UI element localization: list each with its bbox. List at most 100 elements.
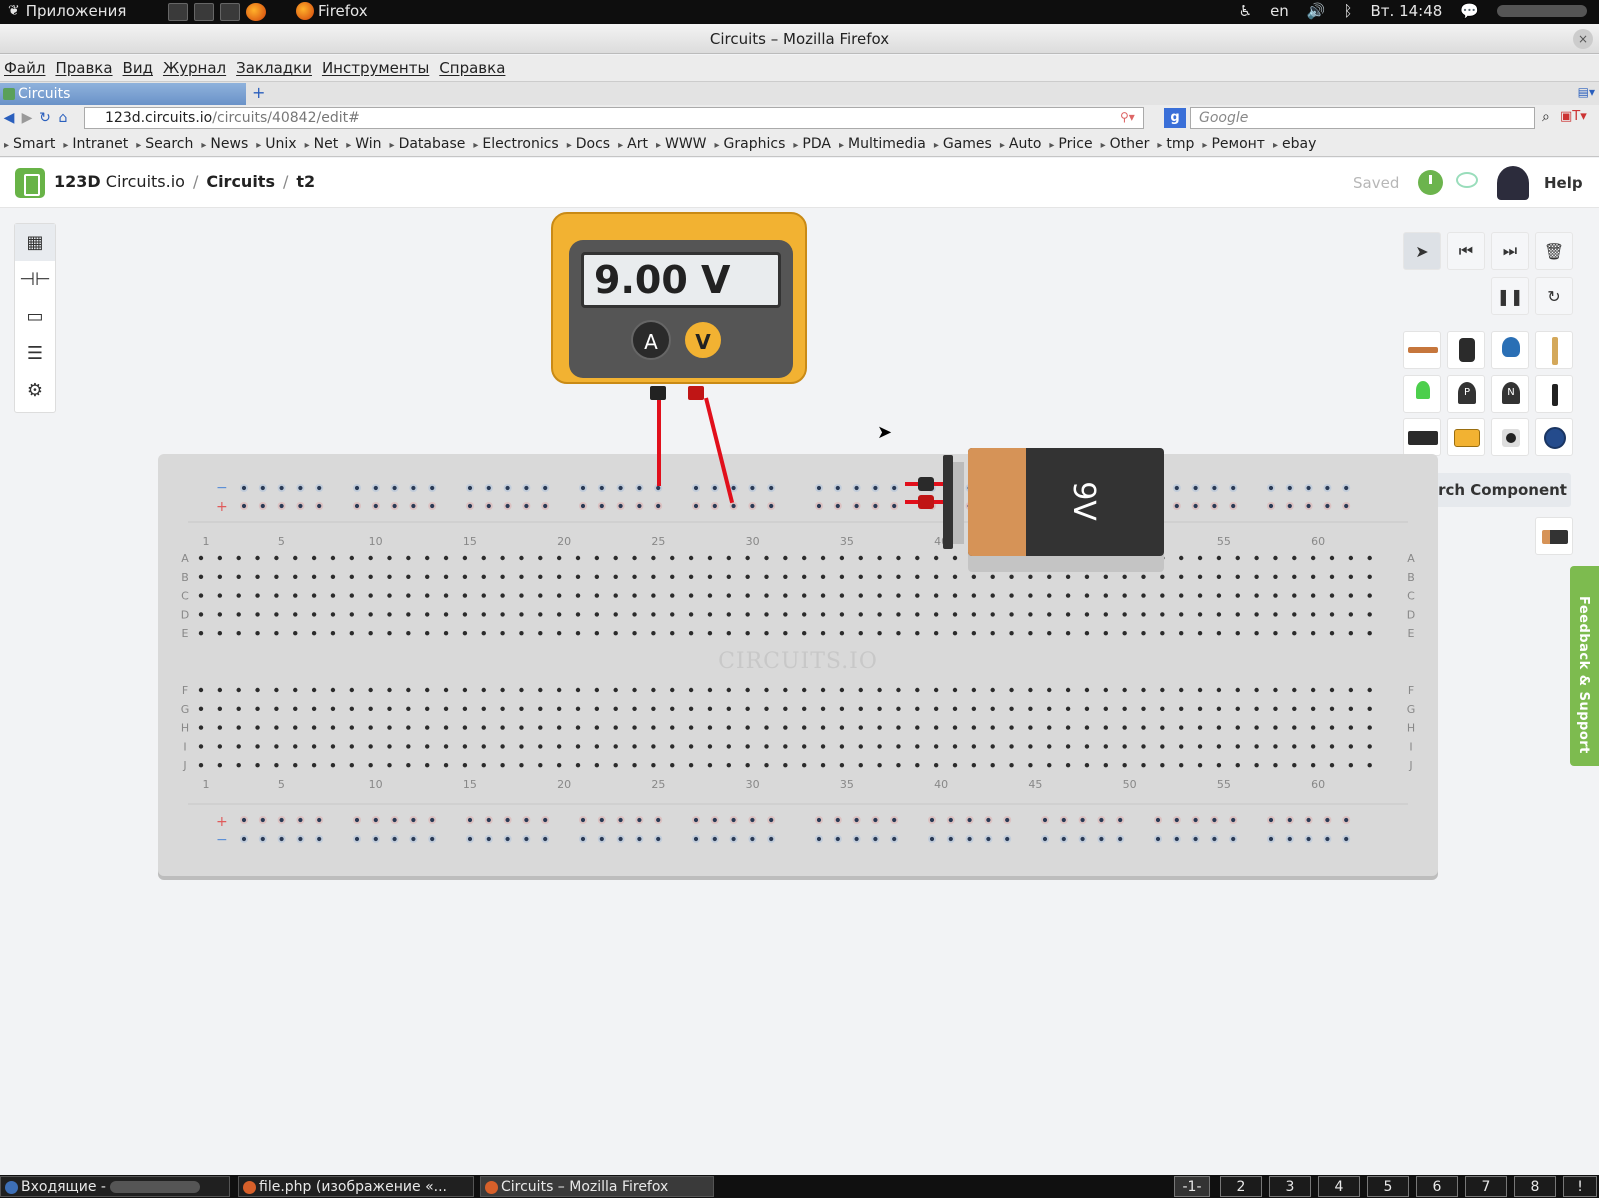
multimeter[interactable]: 9.00 V A V xyxy=(551,212,807,400)
notifications-indicator[interactable]: ! xyxy=(1563,1176,1597,1197)
clock[interactable]: Вт. 14:48 xyxy=(1371,2,1443,20)
bookmark-folder[interactable]: ebay xyxy=(1273,136,1316,152)
bookmark-folder[interactable]: Graphics xyxy=(715,136,786,152)
rss-icon[interactable]: ⚲▾ xyxy=(1120,110,1135,124)
capacitor-component-icon[interactable] xyxy=(1447,331,1485,369)
tab-circuits[interactable]: Circuits xyxy=(0,83,246,105)
bookmark-folder[interactable]: News xyxy=(201,136,248,152)
taskbar-item-image[interactable]: file.php (изображение «... xyxy=(238,1176,474,1197)
multimeter-lead-black[interactable] xyxy=(657,398,661,486)
bookmark-folder[interactable]: Docs xyxy=(567,136,610,152)
wire-component-icon[interactable] xyxy=(1403,331,1441,369)
npn-transistor-icon[interactable]: N xyxy=(1491,375,1529,413)
search-input[interactable]: Google xyxy=(1190,107,1535,129)
schematic-view-button[interactable]: ⊣⊢ xyxy=(15,261,55,298)
url-bar[interactable]: 123d.circuits.io/circuits/40842/edit# xyxy=(84,107,1144,129)
bookmark-folder[interactable]: Search xyxy=(136,136,193,152)
workspace-1[interactable]: -1- xyxy=(1174,1176,1210,1197)
step-forward-button[interactable]: ⏭ xyxy=(1491,232,1529,270)
bookmark-folder[interactable]: tmp xyxy=(1157,136,1194,152)
settings-button[interactable]: ⚙ xyxy=(15,372,55,409)
workspace-2[interactable]: 2 xyxy=(1220,1176,1262,1197)
bookmark-folder[interactable]: PDA xyxy=(793,136,831,152)
potentiometer-component-icon[interactable] xyxy=(1535,418,1573,456)
feedback-support-tab[interactable]: Feedback & Support xyxy=(1570,566,1599,766)
terminal-icon[interactable] xyxy=(194,3,214,21)
comments-icon[interactable] xyxy=(1456,172,1478,188)
battery-component-icon[interactable] xyxy=(1535,517,1573,555)
applications-menu[interactable]: ❦ Приложения xyxy=(8,2,126,20)
addon-icons[interactable]: ▣T▾ xyxy=(1560,109,1587,124)
calculator-icon[interactable] xyxy=(220,3,240,21)
bookmark-folder[interactable]: Unix xyxy=(256,136,296,152)
bookmark-folder[interactable]: Other xyxy=(1101,136,1150,152)
brand-prefix[interactable]: 123D xyxy=(54,172,101,191)
tab-list-icon[interactable]: ▤▾ xyxy=(1578,85,1595,99)
voltmeter-mode-button[interactable]: V xyxy=(683,320,723,360)
file-manager-icon[interactable] xyxy=(168,3,188,21)
bookmark-folder[interactable]: Database xyxy=(390,136,466,152)
menu-tools[interactable]: Инструменты xyxy=(322,59,429,77)
user-name-blurred[interactable] xyxy=(1497,5,1587,17)
bookmark-folder[interactable]: Net xyxy=(305,136,339,152)
workspace-5[interactable]: 5 xyxy=(1367,1176,1409,1197)
forward-arrow-icon[interactable]: ▶ xyxy=(18,110,36,126)
help-link[interactable]: Help xyxy=(1544,174,1583,192)
circuits-logo-icon[interactable] xyxy=(15,168,45,198)
menu-bookmarks[interactable]: Закладки xyxy=(236,59,312,77)
bookmark-folder[interactable]: Games xyxy=(934,136,992,152)
avatar[interactable] xyxy=(1497,166,1529,200)
led-component-icon[interactable] xyxy=(1403,375,1441,413)
menu-help[interactable]: Справка xyxy=(439,59,505,77)
breadboard-view-button[interactable]: ▦ xyxy=(15,224,55,261)
back-arrow-icon[interactable]: ◀ xyxy=(0,110,18,126)
pointer-tool-button[interactable]: ➤ xyxy=(1403,232,1441,270)
new-tab-button[interactable]: + xyxy=(252,83,265,102)
pause-simulation-button[interactable]: ❚❚ xyxy=(1491,277,1529,315)
workspace-8[interactable]: 8 xyxy=(1514,1176,1556,1197)
delete-button[interactable]: 🗑 xyxy=(1535,232,1573,270)
pcb-view-button[interactable]: ▭ xyxy=(15,298,55,335)
firefox-launcher-icon[interactable] xyxy=(246,3,266,21)
pnp-transistor-icon[interactable]: P xyxy=(1447,375,1485,413)
bookmark-folder[interactable]: Auto xyxy=(1000,136,1042,152)
menu-history[interactable]: Журнал xyxy=(163,59,226,77)
brand-name[interactable]: Circuits.io xyxy=(106,172,185,191)
workspace-4[interactable]: 4 xyxy=(1318,1176,1360,1197)
bookmark-folder[interactable]: Price xyxy=(1049,136,1092,152)
home-icon[interactable]: ⌂ xyxy=(54,110,72,126)
battery-9v[interactable]: 9V xyxy=(968,448,1164,556)
breadcrumb-circuits[interactable]: Circuits xyxy=(206,172,275,191)
bookmark-folder[interactable]: Intranet xyxy=(63,136,128,152)
resistor-component-icon[interactable] xyxy=(1535,331,1573,369)
bookmark-folder[interactable]: Ремонт xyxy=(1202,136,1265,152)
ammeter-mode-button[interactable]: A xyxy=(631,320,671,360)
bookmark-folder[interactable]: Art xyxy=(618,136,648,152)
restart-simulation-button[interactable]: ↻ xyxy=(1535,277,1573,315)
search-engine-icon[interactable]: g xyxy=(1164,108,1186,128)
history-clock-icon[interactable] xyxy=(1418,170,1443,195)
taskbar-item-mail[interactable]: Входящие - xyxy=(0,1176,230,1197)
ceramic-capacitor-icon[interactable] xyxy=(1491,331,1529,369)
search-magnifier-icon[interactable]: ⌕ xyxy=(1542,109,1550,125)
step-back-button[interactable]: ⏮ xyxy=(1447,232,1485,270)
window-close-button[interactable]: × xyxy=(1573,29,1593,49)
workspace-7[interactable]: 7 xyxy=(1465,1176,1507,1197)
breadcrumb-project[interactable]: t2 xyxy=(296,172,315,191)
taskbar-item-circuits[interactable]: Circuits – Mozilla Firefox xyxy=(480,1176,714,1197)
bookmark-folder[interactable]: Electronics xyxy=(473,136,558,152)
pushbutton-component-icon[interactable] xyxy=(1491,418,1529,456)
chat-status-icon[interactable]: 💬 xyxy=(1460,2,1479,20)
bluetooth-icon[interactable]: ᛒ xyxy=(1344,2,1353,20)
accessibility-icon[interactable]: ♿ xyxy=(1239,2,1252,20)
breadboard[interactable]: −++−115510101515202025253030353540404545… xyxy=(158,454,1438,876)
menu-edit[interactable]: Правка xyxy=(55,59,112,77)
volume-icon[interactable]: 🔊 xyxy=(1307,2,1326,20)
multimeter-component-icon[interactable] xyxy=(1447,418,1485,456)
bookmark-folder[interactable]: Win xyxy=(346,136,381,152)
workspace-6[interactable]: 6 xyxy=(1416,1176,1458,1197)
bookmark-folder[interactable]: WWW xyxy=(656,136,707,152)
firefox-app-button[interactable]: Firefox xyxy=(296,2,368,20)
diode-component-icon[interactable] xyxy=(1535,375,1573,413)
bookmark-folder[interactable]: Smart xyxy=(4,136,55,152)
